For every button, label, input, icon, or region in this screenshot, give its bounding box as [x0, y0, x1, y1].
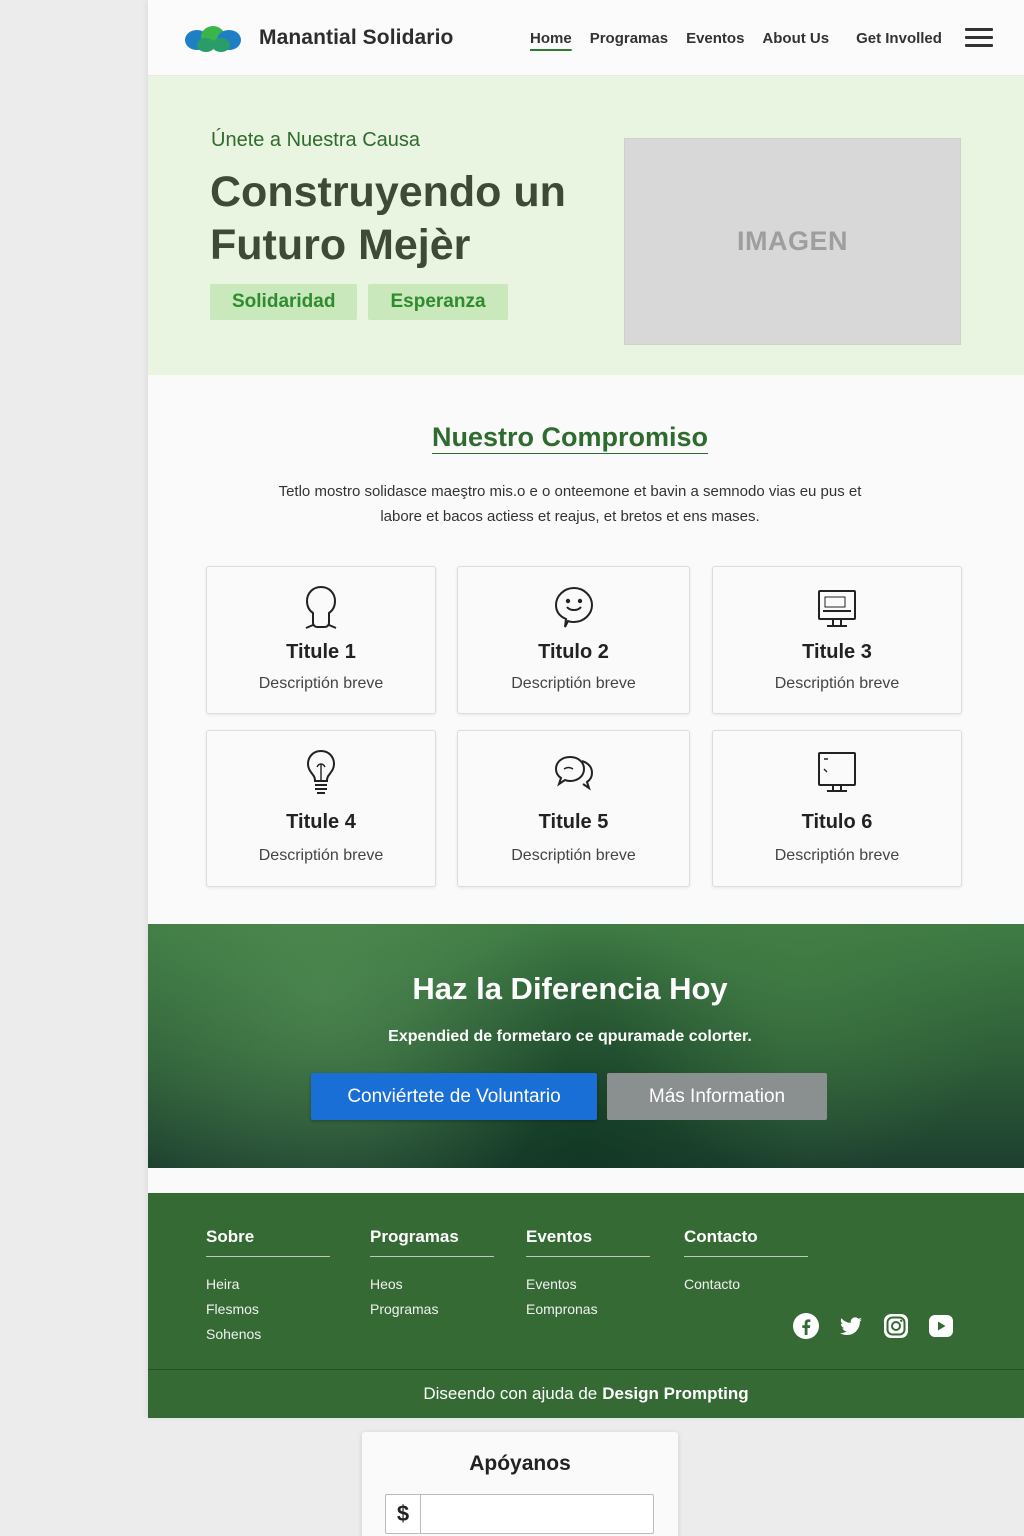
- youtube-icon[interactable]: [927, 1312, 955, 1340]
- hamburger-menu-icon[interactable]: [965, 28, 993, 50]
- footer-link[interactable]: Eventos: [526, 1272, 650, 1297]
- footer-col-sobre: Sobre Heira Flesmos Sohenos: [206, 1227, 330, 1347]
- hero-title: Construyendo un Futuro Mejèr: [210, 168, 566, 269]
- nav-get-involved[interactable]: Get Involled: [856, 30, 942, 47]
- credit-prefix: Diseendo con ajuda de: [423, 1384, 598, 1403]
- more-info-button[interactable]: Más Information: [607, 1073, 827, 1120]
- chat-bubbles-icon: [554, 755, 593, 791]
- card-title: Titule 1: [286, 641, 356, 663]
- person-head-icon: [305, 585, 337, 629]
- donate-title: Apóyanos: [469, 1452, 571, 1475]
- footer-col-title: Eventos: [526, 1227, 650, 1257]
- footer-col-programas: Programas Heos Programas: [370, 1227, 494, 1322]
- card-title: Titulo 6: [801, 811, 873, 833]
- monitor-icon: [818, 752, 856, 792]
- footer-col-title: Contacto: [684, 1227, 808, 1257]
- feature-card-3[interactable]: Titule 3 Descriptión breve: [712, 566, 962, 714]
- credit-brand[interactable]: Design Prompting: [602, 1384, 748, 1404]
- card-title: Titule 3: [802, 641, 872, 663]
- monitor-icon: [818, 590, 856, 627]
- section-description: Tetlo mostro solidasce maeştro mis.o e o…: [278, 483, 862, 525]
- feature-card-1[interactable]: Titule 1 Descriptión breve: [206, 566, 436, 714]
- card-title: Titule 5: [538, 811, 609, 833]
- footer-link[interactable]: Contacto: [684, 1272, 808, 1297]
- card-description: Descriptión breve: [258, 675, 384, 692]
- footer-credit: Diseendo con ajuda de Design Prompting: [148, 1369, 1024, 1418]
- main-nav: Home Programas Eventos About Us Get Invo…: [530, 30, 960, 47]
- hero-eyebrow: Únete a Nuestra Causa: [211, 129, 421, 151]
- nav-home[interactable]: Home: [530, 30, 572, 47]
- volunteer-button[interactable]: Conviértete de Voluntario: [311, 1073, 597, 1120]
- footer-col-contacto: Contacto Contacto: [684, 1227, 808, 1297]
- feature-card-6[interactable]: Titulo 6 Descriptión breve: [712, 730, 962, 887]
- tag-solidaridad: Solidaridad: [210, 284, 358, 320]
- section-title-text: Nuestro Compromiso: [431, 422, 709, 454]
- instagram-icon[interactable]: [882, 1312, 910, 1340]
- footer-link[interactable]: Heira: [206, 1272, 330, 1297]
- tag-esperanza: Esperanza: [368, 284, 508, 320]
- commitment-section: Nuestro Compromiso Tetlo mostro solidasc…: [148, 375, 1024, 924]
- footer-col-title: Programas: [370, 1227, 494, 1257]
- logo-icon[interactable]: [184, 25, 242, 53]
- hero-tags: Solidaridad Esperanza: [210, 284, 519, 320]
- cta-title: Haz la Diferencia Hoy: [412, 971, 728, 1006]
- card-title: Titule 4: [286, 811, 356, 833]
- donate-widget: Apóyanos $: [362, 1432, 678, 1536]
- nav-eventos[interactable]: Eventos: [686, 30, 744, 47]
- card-description: Descriptión breve: [774, 847, 900, 864]
- donate-amount-input[interactable]: [421, 1495, 653, 1533]
- card-description: Descriptión breve: [774, 675, 900, 692]
- site-header: Manantial Solidario Home Programas Event…: [148, 0, 1024, 76]
- speech-bubble-icon: [554, 586, 593, 628]
- cta-text: Expendied de formetaro ce qpuramade colo…: [388, 1028, 752, 1045]
- footer-col-eventos: Eventos Eventos Eompronas: [526, 1227, 650, 1322]
- card-description: Descriptión breve: [511, 847, 636, 864]
- card-description: Descriptión breve: [258, 847, 384, 864]
- footer-link[interactable]: Eompronas: [526, 1297, 650, 1322]
- page: Manantial Solidario Home Programas Event…: [148, 0, 1024, 1418]
- nav-about-us[interactable]: About Us: [762, 30, 829, 47]
- card-title: Titulo 2: [538, 641, 609, 663]
- footer-link[interactable]: Heos: [370, 1272, 494, 1297]
- nav-programas[interactable]: Programas: [590, 30, 668, 47]
- card-description: Descriptión breve: [511, 675, 636, 692]
- donate-amount-field: $: [385, 1494, 654, 1534]
- lightbulb-icon: [306, 749, 336, 794]
- footer-col-title: Sobre: [206, 1227, 330, 1257]
- footer-link[interactable]: Sohenos: [206, 1322, 330, 1347]
- facebook-icon[interactable]: [792, 1312, 820, 1340]
- footer-link[interactable]: Flesmos: [206, 1297, 330, 1322]
- section-title: Nuestro Compromiso: [148, 422, 992, 454]
- hero-image-placeholder: IMAGEN: [624, 138, 961, 345]
- feature-card-5[interactable]: Titule 5 Descriptión breve: [457, 730, 690, 887]
- footer-link[interactable]: Programas: [370, 1297, 494, 1322]
- twitter-icon[interactable]: [837, 1312, 865, 1340]
- brand-name[interactable]: Manantial Solidario: [259, 26, 453, 50]
- currency-symbol: $: [386, 1495, 421, 1533]
- hero-section: Únete a Nuestra Causa Construyendo un Fu…: [148, 76, 1024, 375]
- site-footer: Sobre Heira Flesmos Sohenos Programas He…: [148, 1193, 1024, 1418]
- feature-card-2[interactable]: Titulo 2 Descriptión breve: [457, 566, 690, 714]
- social-links: [792, 1312, 972, 1340]
- cta-section: Haz la Diferencia Hoy Expendied de forme…: [148, 924, 1024, 1168]
- feature-card-4[interactable]: Titule 4 Descriptión breve: [206, 730, 436, 887]
